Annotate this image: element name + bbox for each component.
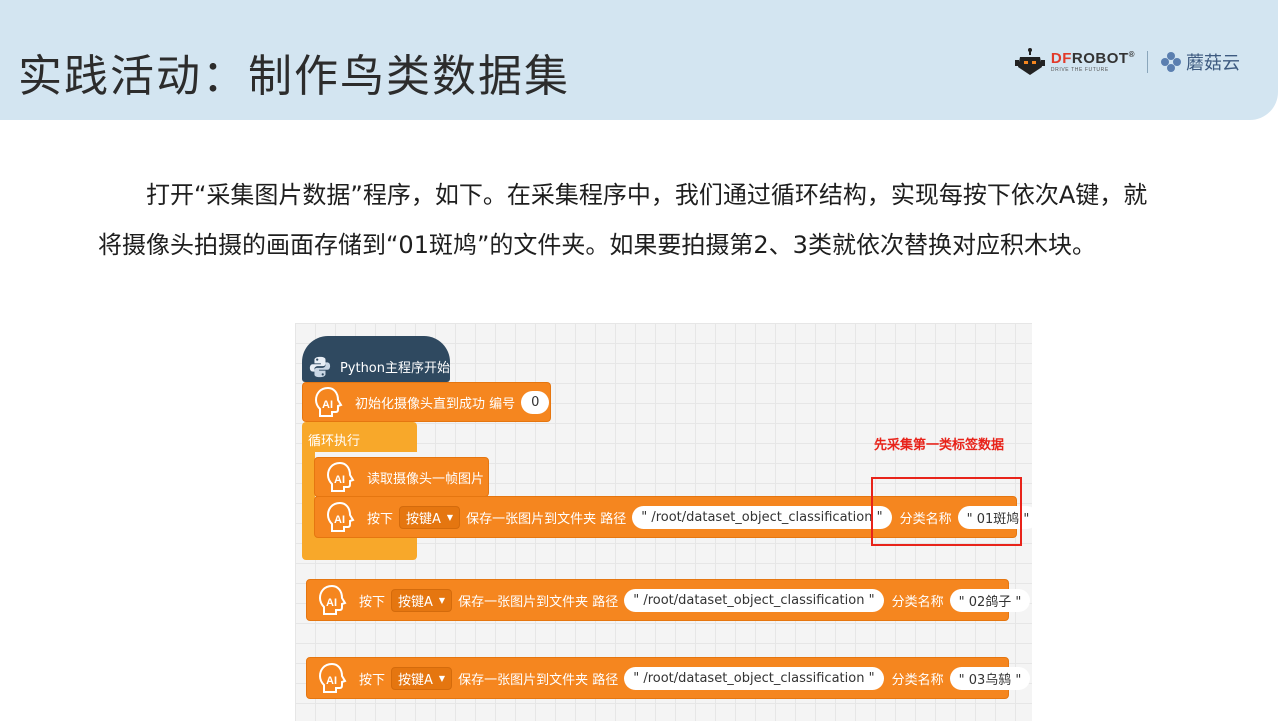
key-dropdown[interactable]: 按键A ▼ [391,588,453,612]
instruction-paragraph: 打开“采集图片数据”程序，如下。在采集程序中，我们通过循环结构，实现每按下依次A… [98,181,1148,259]
key-dropdown-value: 按键A [406,511,441,527]
ai-head-icon: AI [314,386,343,417]
camera-number-input[interactable]: 0 [521,390,550,414]
header-band: 实践活动：制作鸟类数据集 DFROBOT® DRIVE THE FUTURE 蘑… [0,0,1278,120]
caret-down-icon: ▼ [438,595,446,605]
highlight-box [871,477,1022,546]
press-label: 按下 [359,672,386,688]
svg-text:AI: AI [334,474,345,486]
caret-down-icon: ▼ [438,673,446,683]
robot-icon [1014,48,1045,75]
loop-label: 循环执行 [308,434,361,449]
path-input[interactable]: " /root/dataset_object_classification " [632,505,892,529]
save-image-block-3[interactable]: AI 按下 按键A ▼ 保存一张图片到文件夹 路径 " /root/dataset… [306,657,1031,699]
path-input[interactable]: " /root/dataset_object_classification " [624,666,884,690]
mushroom-cloud-logo: 蘑菇云 [1160,49,1240,75]
save-label: 保存一张图片到文件夹 路径 [458,672,619,688]
path-input[interactable]: " /root/dataset_object_classification " [624,588,884,612]
key-dropdown-value: 按键A [398,672,433,688]
block-editor-canvas: Python主程序开始 AI 初始化摄像头直到成功 编号 0 循环执行 AI 读… [295,323,1032,721]
python-start-label: Python主程序开始 [339,361,450,376]
save-image-block-2[interactable]: AI 按下 按键A ▼ 保存一张图片到文件夹 路径 " /root/dataset… [306,579,1031,621]
key-dropdown-value: 按键A [398,594,433,610]
init-camera-label: 初始化摄像头直到成功 编号 [355,396,516,412]
python-icon [309,356,331,377]
svg-text:AI: AI [326,675,337,687]
annotation-note: 先采集第一类标签数据 [874,438,1005,453]
dfrobot-brand-rest: ROBOT [1071,50,1129,67]
svg-text:AI: AI [322,399,333,411]
key-dropdown[interactable]: 按键A ▼ [391,666,453,690]
ai-head-icon: AI [326,461,355,492]
caret-down-icon: ▼ [446,512,454,522]
save-label: 保存一张图片到文件夹 路径 [466,511,627,527]
dfrobot-tagline: DRIVE THE FUTURE [1050,67,1109,73]
read-frame-block[interactable]: AI 读取摄像头一帧图片 [314,457,489,497]
logo-divider [1147,51,1148,73]
press-label: 按下 [367,511,394,527]
svg-text:AI: AI [326,597,337,609]
press-label: 按下 [359,594,386,610]
class-name-input[interactable]: " 02鸽子 " [949,588,1031,612]
class-label: 分类名称 [891,672,944,688]
class-label: 分类名称 [891,594,944,610]
class-name-input[interactable]: " 03乌鸫 " [949,666,1031,690]
key-dropdown[interactable]: 按键A ▼ [399,505,461,529]
svg-text:AI: AI [334,514,345,526]
mushroom-icon [1161,52,1181,72]
logo-group: DFROBOT® DRIVE THE FUTURE 蘑菇云 [1014,44,1240,80]
ai-head-icon: AI [326,501,355,532]
dfrobot-brand-prefix: DF [1050,50,1072,67]
registered-mark: ® [1128,50,1135,59]
dfrobot-logo: DFROBOT® DRIVE THE FUTURE [1014,47,1135,77]
ai-head-icon: AI [318,584,347,615]
save-label: 保存一张图片到文件夹 路径 [458,594,619,610]
page-title: 实践活动：制作鸟类数据集 [18,51,570,102]
read-frame-label: 读取摄像头一帧图片 [367,471,485,487]
python-start-block[interactable]: Python主程序开始 [302,336,450,382]
mushroom-cloud-name: 蘑菇云 [1186,53,1240,74]
ai-head-icon: AI [318,662,347,693]
init-camera-block[interactable]: AI 初始化摄像头直到成功 编号 0 [302,382,551,422]
